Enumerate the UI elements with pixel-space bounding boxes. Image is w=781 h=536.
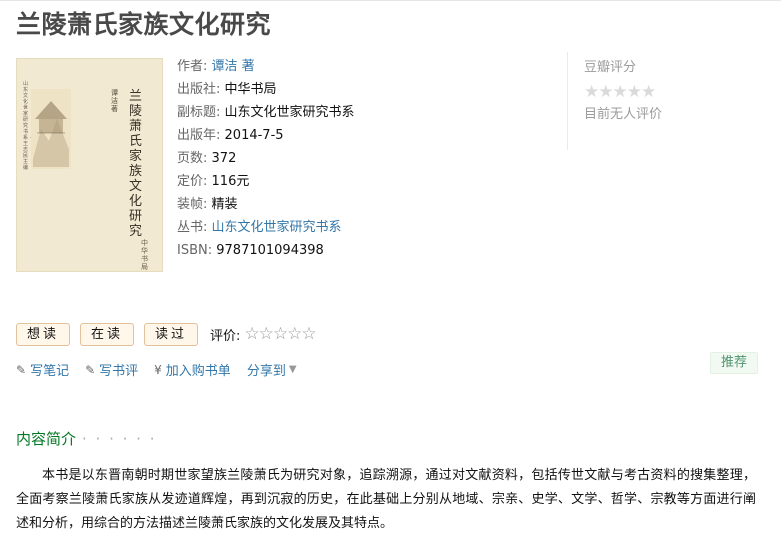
share-dropdown[interactable]: 分享到 ▼ — [247, 360, 297, 379]
author-link[interactable]: 谭洁 著 — [212, 59, 255, 74]
share-label: 分享到 — [246, 364, 286, 379]
info-pages: 页数: 372 — [177, 150, 355, 173]
page-title: 兰陵萧氏家族文化研究 — [16, 10, 272, 39]
intro-section-title: 内容简介 · · · · · · — [16, 428, 156, 449]
write-note-link[interactable]: ✎ 写笔记 — [16, 360, 70, 380]
info-publisher: 出版社: 中华书局 — [177, 81, 355, 104]
info-label: 作者: — [177, 59, 208, 74]
info-price: 定价: 116元 — [177, 173, 355, 196]
info-pubdate: 出版年: 2014-7-5 — [177, 127, 355, 150]
info-label: 定价: — [177, 174, 208, 189]
info-subtitle: 副标题: 山东文化世家研究书系 — [177, 104, 355, 127]
rating-note: 目前无人评价 — [584, 107, 663, 122]
cover-publisher: 中华书局 — [141, 239, 148, 271]
book-cover[interactable]: 山东文化世家研究书系 · 王志民 主编 谭洁 著 兰陵萧氏家族文化研究 中华书局 — [16, 58, 163, 272]
info-value: 116元 — [211, 174, 250, 189]
rate-label: 评价: — [210, 328, 241, 344]
yen-icon: ¥ — [154, 362, 162, 377]
info-label: 出版社: — [177, 82, 221, 97]
add-to-cart-label: 加入购书单 — [165, 364, 231, 379]
info-value: 2014-7-5 — [224, 128, 284, 143]
info-label: 丛书: — [177, 220, 208, 235]
action-links: ✎ 写笔记 ✎ 写书评 ¥ 加入购书单 分享到 ▼ — [16, 360, 297, 380]
write-review-label: 写书评 — [99, 364, 139, 379]
info-label: 装帧: — [177, 197, 208, 212]
want-to-read-button[interactable]: 想读 — [16, 322, 71, 346]
rate-stars-input[interactable]: ☆☆☆☆☆ — [244, 324, 316, 344]
series-link[interactable]: 山东文化世家研究书系 — [212, 220, 342, 235]
info-value: 中华书局 — [224, 82, 277, 97]
info-author: 作者: 谭洁 著 — [177, 58, 355, 81]
cover-author: 谭洁 著 — [111, 89, 118, 113]
cover-illustration — [31, 89, 71, 169]
rating-panel: 豆瓣评分 ★★★★★ 目前无人评价 — [567, 52, 717, 150]
info-label: 出版年: — [177, 128, 221, 143]
top-divider — [0, 0, 781, 1]
cover-series: 山东文化世家研究书系 · 王志民 主编 — [23, 81, 32, 171]
reading-button[interactable]: 在读 — [80, 322, 135, 346]
recommend-button[interactable]: 推荐 — [710, 352, 758, 374]
intro-dots: · · · · · · — [82, 430, 157, 448]
info-label: 页数: — [177, 151, 208, 166]
intro-title: 内容简介 — [16, 430, 77, 448]
intro-text: 本书是以东晋南朝时期世家望族兰陵萧氏为研究对象，追踪溯源，通过对文献资料，包括传… — [16, 468, 756, 531]
reading-actions: 想读 在读 读过 评价: ☆☆☆☆☆ — [16, 322, 317, 346]
read-button[interactable]: 读过 — [144, 322, 199, 346]
info-series: 丛书: 山东文化世家研究书系 — [177, 219, 355, 242]
add-to-cart-link[interactable]: ¥ 加入购书单 — [154, 360, 231, 380]
info-label: ISBN: — [177, 243, 213, 258]
info-isbn: ISBN: 9787101094398 — [177, 242, 355, 265]
book-info: 作者: 谭洁 著 出版社: 中华书局 副标题: 山东文化世家研究书系 出版年: … — [177, 58, 355, 265]
pencil-icon: ✎ — [16, 362, 27, 377]
info-value: 山东文化世家研究书系 — [224, 105, 355, 120]
chevron-down-icon: ▼ — [288, 364, 297, 375]
info-value: 372 — [211, 151, 237, 166]
write-review-link[interactable]: ✎ 写书评 — [85, 360, 139, 380]
info-label: 副标题: — [177, 105, 221, 120]
pencil-icon: ✎ — [85, 362, 96, 377]
info-value: 9787101094398 — [216, 243, 324, 258]
info-binding: 装帧: 精装 — [177, 196, 355, 219]
rating-title: 豆瓣评分 — [584, 60, 637, 75]
cover-title: 兰陵萧氏家族文化研究 — [129, 89, 143, 239]
info-value: 精装 — [211, 197, 238, 212]
rating-stars: ★★★★★ — [584, 82, 656, 102]
write-note-label: 写笔记 — [30, 364, 70, 379]
